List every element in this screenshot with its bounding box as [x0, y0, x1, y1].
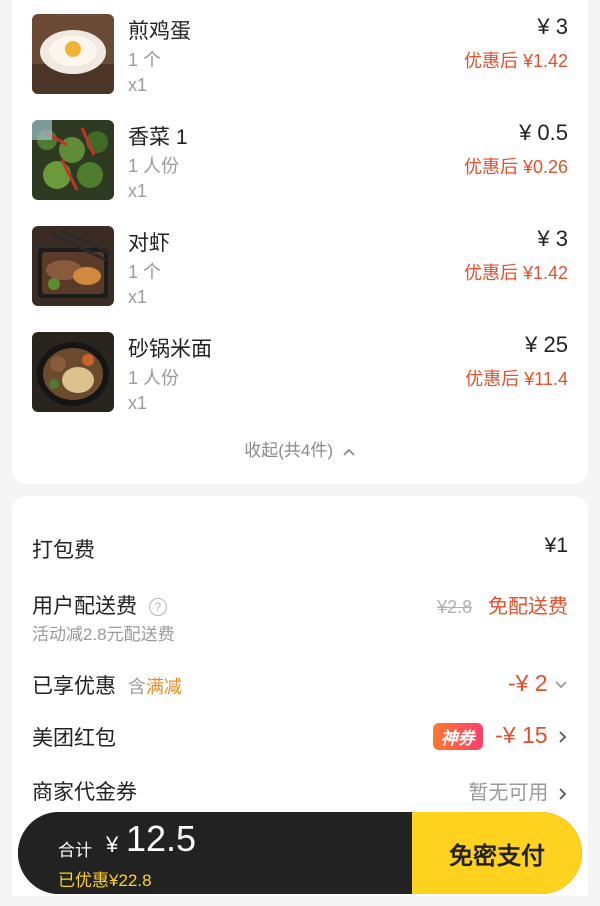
voucher-label: 商家代金券	[32, 781, 137, 804]
red-packet-value: -¥ 15	[495, 722, 548, 748]
total-amount: 12.5	[126, 818, 197, 859]
item-price: ¥ 3	[537, 14, 568, 39]
packing-fee-label: 打包费	[32, 539, 95, 562]
list-item[interactable]: 香菜 1 1 人份 x1 ¥ 0.5 优惠后 ¥0.26	[32, 120, 568, 202]
chevron-down-icon	[555, 681, 567, 689]
red-packet-label: 美团红包	[32, 727, 116, 750]
item-spec: 1 个	[128, 50, 162, 70]
item-discount-price: 优惠后 ¥1.42	[463, 263, 568, 283]
voucher-value: 暂无可用	[468, 782, 549, 804]
discount-tag: 满减	[145, 677, 182, 697]
item-qty: x1	[128, 287, 148, 307]
packing-fee-value: ¥1	[544, 534, 568, 557]
payment-bar: 合计 ¥ 12.5 已优惠¥22.8 免密支付	[18, 812, 582, 894]
discount-value: -¥ 2	[507, 670, 548, 696]
shrimp-image	[32, 226, 114, 306]
list-item[interactable]: 煎鸡蛋 1 个 x1 ¥ 3 优惠后 ¥1.42	[32, 14, 568, 96]
fried-egg-image	[32, 14, 114, 94]
item-price: ¥ 0.5	[519, 120, 568, 145]
item-name: 砂锅米面	[128, 338, 212, 361]
collapse-items-button[interactable]: 收起(共4件)	[12, 436, 588, 461]
total-currency: ¥	[106, 832, 119, 857]
shen-coupon-badge: 神券	[432, 723, 483, 751]
item-qty: x1	[128, 393, 148, 413]
item-name: 对虾	[128, 232, 170, 255]
item-spec: 1 人份	[128, 368, 180, 388]
item-name: 香菜 1	[128, 126, 188, 149]
item-spec: 1 个	[128, 262, 162, 282]
delivery-fee-sub: 活动减2.8元配送费	[32, 625, 175, 644]
item-discount-price: 优惠后 ¥1.42	[463, 51, 568, 71]
item-price: ¥ 25	[525, 332, 568, 357]
pay-button[interactable]: 免密支付	[412, 812, 582, 894]
list-item[interactable]: 砂锅米面 1 人份 x1 ¥ 25 优惠后 ¥11.4	[32, 332, 568, 414]
total-label: 合计	[58, 841, 92, 860]
chevron-right-icon	[559, 731, 567, 743]
saved-amount: 已优惠¥22.8	[58, 871, 152, 890]
discount-contains: 含	[127, 677, 146, 697]
discount-label: 已享优惠	[32, 675, 116, 698]
chevron-up-icon	[343, 448, 355, 456]
chevron-right-icon	[559, 788, 567, 800]
item-qty: x1	[128, 181, 148, 201]
delivery-fee-label: 用户配送费	[32, 595, 137, 618]
total-summary: 合计 ¥ 12.5 已优惠¥22.8	[18, 812, 412, 894]
collapse-label: 收起(共4件)	[244, 441, 334, 460]
item-discount-price: 优惠后 ¥11.4	[465, 369, 568, 389]
item-qty: x1	[128, 75, 148, 95]
help-icon[interactable]: ?	[148, 598, 167, 617]
item-price: ¥ 3	[537, 226, 568, 251]
clay-pot-noodles-image	[32, 332, 114, 412]
delivery-fee-free: 免配送费	[488, 596, 568, 618]
order-items-card: 煎鸡蛋 1 个 x1 ¥ 3 优惠后 ¥1.42 香菜 1 1 人份 x1 ¥ …	[12, 0, 588, 484]
delivery-fee-original: ¥2.8	[437, 597, 473, 617]
list-item[interactable]: 对虾 1 个 x1 ¥ 3 优惠后 ¥1.42	[32, 226, 568, 308]
item-discount-price: 优惠后 ¥0.26	[463, 157, 568, 177]
item-name: 煎鸡蛋	[128, 20, 191, 43]
item-spec: 1 人份	[128, 156, 180, 176]
coriander-image	[32, 120, 114, 200]
